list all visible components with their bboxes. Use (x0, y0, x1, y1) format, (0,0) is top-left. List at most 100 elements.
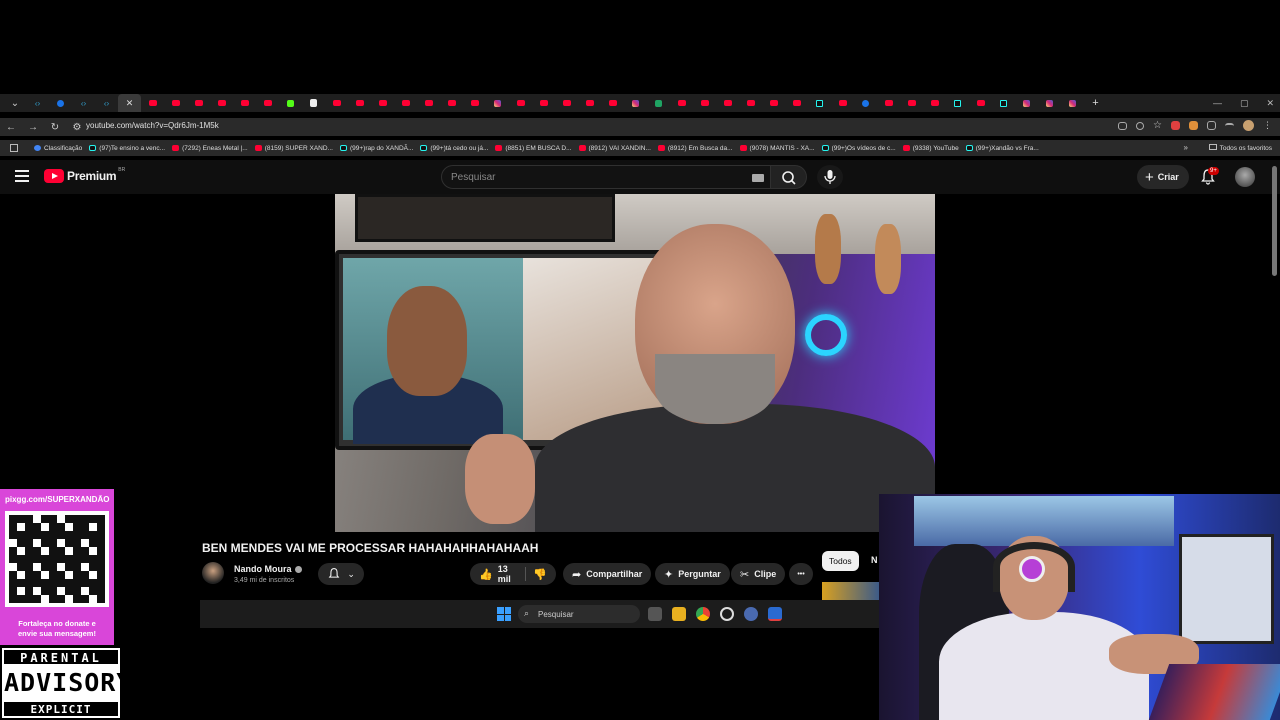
browser-tab[interactable]: ‹› (26, 94, 49, 112)
browser-tab[interactable] (210, 94, 233, 112)
browser-tab[interactable] (854, 94, 877, 112)
browser-tab[interactable] (1061, 94, 1084, 112)
bookmark-item[interactable]: (7292) Eneas Metal |... (172, 145, 248, 152)
bookmark-item[interactable]: (99+)rap do XANDÃ... (339, 145, 413, 152)
browser-tab[interactable] (785, 94, 808, 112)
browser-tab[interactable] (739, 94, 762, 112)
taskbar-search-input[interactable]: ⌕ Pesquisar (518, 605, 640, 623)
browser-tab[interactable] (532, 94, 555, 112)
browser-tab[interactable] (279, 94, 302, 112)
browser-tab[interactable] (923, 94, 946, 112)
bookmark-item[interactable]: (99+)Xandão vs Fra... (965, 145, 1039, 152)
like-icon[interactable]: 👍 (479, 568, 493, 581)
bookmark-item[interactable]: (8159) SUPER XAND... (254, 145, 333, 152)
browser-tab[interactable] (233, 94, 256, 112)
tab-search-icon[interactable]: ⌄ (4, 98, 26, 109)
chip-all[interactable]: Todos (822, 551, 859, 571)
bookmark-item[interactable]: (97)Te ensino a venc... (89, 145, 165, 152)
browser-tab[interactable] (509, 94, 532, 112)
browser-tab[interactable] (900, 94, 923, 112)
bookmark-item[interactable]: (8851) EM BUSCA D... (495, 145, 572, 152)
url-field[interactable]: youtube.com/watch?v=Qdr6Jm-1M5k (86, 121, 219, 130)
browser-tab[interactable] (187, 94, 210, 112)
extension-orange-icon[interactable] (1189, 121, 1198, 130)
browser-tab[interactable] (463, 94, 486, 112)
browser-tab[interactable] (1038, 94, 1061, 112)
chrome-icon[interactable] (696, 607, 710, 621)
keyboard-icon[interactable] (752, 174, 764, 182)
bookmark-item[interactable]: (99+)tá cedo ou já... (420, 145, 488, 152)
bookmark-item[interactable]: Classificação (34, 145, 82, 152)
install-app-icon[interactable] (1118, 121, 1128, 130)
bookmark-item[interactable]: (9338) YouTube (902, 145, 959, 152)
browser-tab[interactable] (555, 94, 578, 112)
bookmark-item[interactable]: (9078) MANTIS - XA... (739, 145, 815, 152)
browser-tab[interactable] (256, 94, 279, 112)
browser-tab[interactable] (716, 94, 739, 112)
maximize-icon[interactable]: ▢ (1240, 98, 1249, 109)
extension-red-icon[interactable] (1171, 121, 1180, 130)
reload-icon[interactable]: ↻ (44, 122, 66, 133)
browser-tab[interactable] (141, 94, 164, 112)
browser-tab[interactable]: ✕ (118, 94, 141, 112)
all-bookmarks-button[interactable]: Todos os favoritos (1208, 144, 1272, 152)
page-scrollbar[interactable] (1272, 166, 1277, 276)
task-view-icon[interactable] (648, 607, 662, 621)
browser-tab[interactable] (348, 94, 371, 112)
subscription-bell-button[interactable]: ⌄ (318, 563, 364, 585)
browser-tab[interactable] (394, 94, 417, 112)
profile-avatar-icon[interactable] (1243, 120, 1254, 131)
dislike-icon[interactable]: 👎 (533, 568, 547, 581)
browser-tab[interactable] (762, 94, 785, 112)
browser-tab[interactable] (601, 94, 624, 112)
settings-icon[interactable] (744, 607, 758, 621)
obs-icon[interactable] (720, 607, 734, 621)
site-info-icon[interactable]: ⚙ (66, 122, 88, 133)
browser-tab[interactable]: ‹› (95, 94, 118, 112)
voice-search-button[interactable] (817, 165, 843, 189)
browser-tab[interactable] (1015, 94, 1038, 112)
browser-tab[interactable] (371, 94, 394, 112)
minimize-icon[interactable]: — (1213, 98, 1222, 108)
forward-icon[interactable]: → (22, 122, 44, 133)
bookmark-item[interactable]: (8912) VAI XANDIN... (578, 145, 651, 152)
extensions-puzzle-icon[interactable] (1207, 121, 1216, 130)
more-actions-button[interactable]: ••• (789, 563, 813, 585)
browser-tab[interactable] (49, 94, 72, 112)
menu-icon[interactable] (15, 170, 29, 182)
browser-menu-icon[interactable]: ⋮ (1263, 120, 1272, 131)
clip-button[interactable]: ✂ Clipe (731, 563, 786, 585)
search-button[interactable] (771, 165, 807, 189)
youtube-premium-logo[interactable]: Premium BR (44, 167, 125, 183)
browser-tab[interactable] (578, 94, 601, 112)
back-icon[interactable]: ← (0, 122, 22, 133)
channel-name-link[interactable]: Nando Moura (234, 564, 302, 574)
browser-tab[interactable] (164, 94, 187, 112)
browser-tab[interactable] (417, 94, 440, 112)
browser-tab[interactable] (831, 94, 854, 112)
video-player[interactable] (335, 194, 935, 532)
browser-tab[interactable] (877, 94, 900, 112)
ask-button[interactable]: ✦ Perguntar (655, 563, 730, 585)
zoom-icon[interactable] (1136, 121, 1145, 130)
browser-tab[interactable] (302, 94, 325, 112)
browser-tab[interactable] (325, 94, 348, 112)
new-tab-button[interactable]: + (1084, 94, 1107, 112)
browser-tab[interactable] (670, 94, 693, 112)
browser-tab[interactable] (486, 94, 509, 112)
browser-tab[interactable] (808, 94, 831, 112)
bookmark-item[interactable]: (99+)Os vídeos de c... (821, 145, 896, 152)
like-count[interactable]: 13 mil (498, 564, 517, 584)
browser-tab[interactable] (992, 94, 1015, 112)
close-window-icon[interactable]: ✕ (1266, 98, 1274, 109)
chip-next[interactable]: N (871, 555, 878, 565)
share-button[interactable]: ➦ Compartilhar (563, 563, 652, 585)
browser-tab[interactable] (969, 94, 992, 112)
app-icon[interactable] (768, 607, 782, 621)
apps-grid-icon[interactable] (10, 144, 18, 152)
browser-tab[interactable] (946, 94, 969, 112)
browser-tab[interactable]: ‹› (72, 94, 95, 112)
browser-tab[interactable] (693, 94, 716, 112)
recommended-thumbnail[interactable] (822, 582, 880, 600)
file-explorer-icon[interactable] (672, 607, 686, 621)
